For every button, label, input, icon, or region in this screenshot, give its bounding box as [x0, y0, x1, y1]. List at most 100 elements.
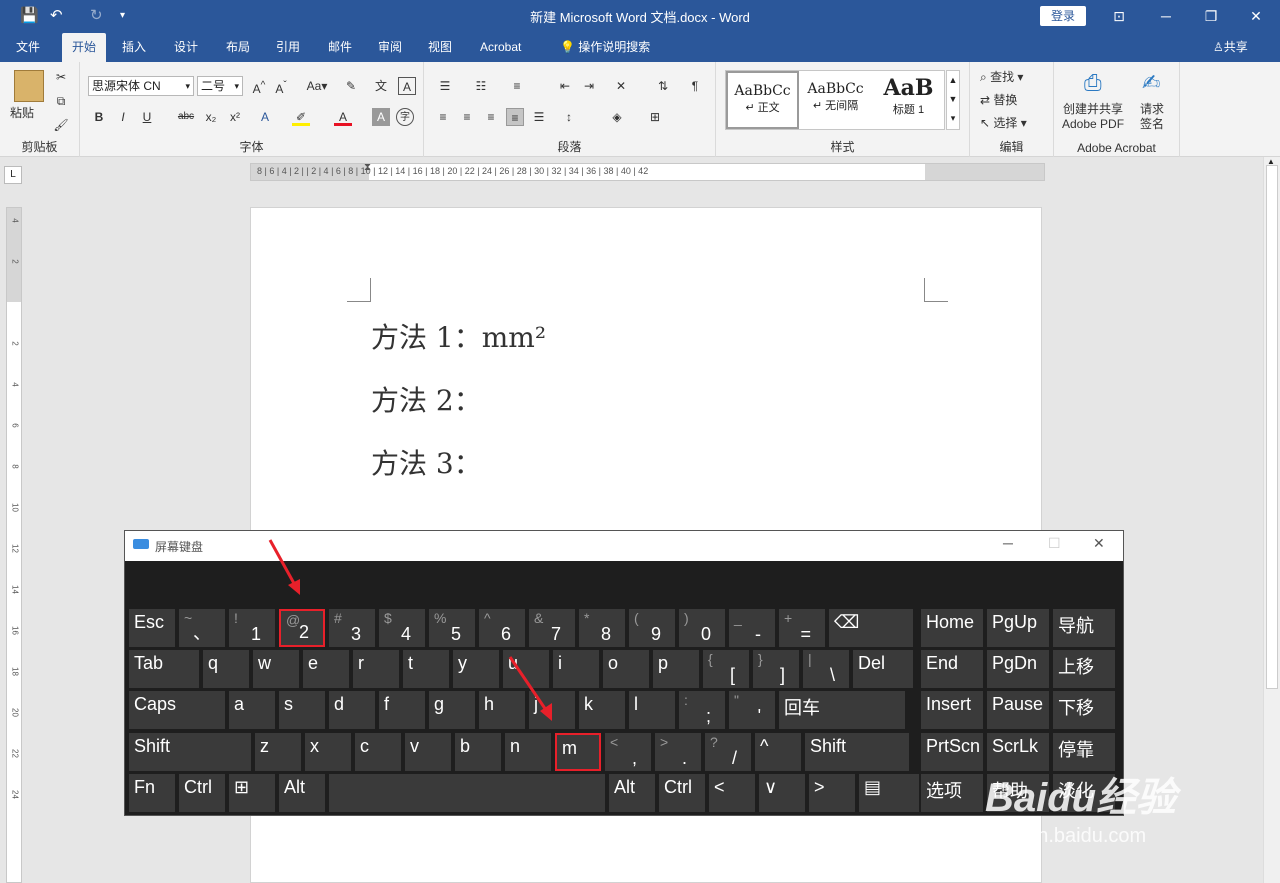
style-normal[interactable]: AaBbCc ↵ 正文 [726, 71, 799, 129]
numbering-icon[interactable]: ☷ [472, 77, 490, 95]
osk-key[interactable]: Ctrl [659, 774, 705, 812]
restore-button[interactable]: ❐ [1198, 4, 1224, 28]
osk-key[interactable]: Del [853, 650, 913, 688]
distributed-icon[interactable]: ☰ [530, 108, 548, 126]
osk-key[interactable]: ⌫ [829, 609, 913, 647]
paste-icon[interactable] [14, 70, 44, 102]
osk-key[interactable]: ∨ [759, 774, 805, 812]
osk-key[interactable]: | \ [803, 650, 849, 688]
osk-key[interactable]: Alt [609, 774, 655, 812]
sort-icon[interactable]: ⇅ [654, 77, 672, 95]
osk-key[interactable]: < [709, 774, 755, 812]
indent-marker[interactable]: ⧗ [364, 164, 371, 173]
osk-nav-key[interactable]: End [921, 650, 983, 688]
create-pdf-button[interactable]: 创建并共享 Adobe PDF [1062, 102, 1124, 132]
osk-key[interactable]: >. [655, 733, 701, 771]
font-color-icon[interactable]: A [334, 108, 352, 126]
align-left-icon[interactable]: ≡ [434, 108, 452, 126]
osk-key[interactable]: ~、 [179, 609, 225, 647]
tab-acrobat[interactable]: Acrobat [472, 33, 529, 62]
shrink-font-icon[interactable]: Aˇ [272, 77, 290, 96]
osk-key[interactable]: Caps [129, 691, 225, 729]
osk-key[interactable]: Fn [129, 774, 175, 812]
bullets-icon[interactable]: ☰ [436, 77, 454, 95]
char-border-icon[interactable]: A [398, 77, 416, 95]
osk-key[interactable]: ? / [705, 733, 751, 771]
show-marks-icon[interactable]: ¶ [686, 77, 704, 95]
pdf-share-icon[interactable]: ⎙ [1084, 70, 1102, 96]
osk-key[interactable]: 回车 [779, 691, 905, 729]
osk-nav-key[interactable]: 下移 [1053, 691, 1115, 729]
osk-key[interactable]: Ctrl [179, 774, 225, 812]
osk-key[interactable]: }] [753, 650, 799, 688]
tab-home[interactable]: 开始 [62, 33, 107, 62]
osk-key[interactable]: Shift [129, 733, 251, 771]
osk-key[interactable]: > [809, 774, 855, 812]
highlight-icon[interactable]: ✐ [292, 108, 310, 126]
tab-layout[interactable]: 布局 [218, 33, 258, 62]
osk-key[interactable]: " ' [729, 691, 775, 729]
osk-key[interactable]: v [405, 733, 451, 771]
font-size-combo[interactable]: 二号 ▾ [197, 76, 243, 96]
cut-icon[interactable]: ✂ [52, 68, 70, 86]
enclose-char-icon[interactable]: 字 [396, 108, 414, 126]
horizontal-ruler[interactable]: 8 | 6 | 4 | 2 | | 2 | 4 | 6 | 8 | 10 | 1… [250, 163, 1045, 181]
osk-key[interactable]: ⊞ [229, 774, 275, 812]
text-effects-icon[interactable]: A [256, 108, 274, 126]
align-center-icon[interactable]: ≡ [458, 108, 476, 126]
font-name-combo[interactable]: 思源宋体 CN ▾ [88, 76, 194, 96]
tab-insert[interactable]: 插入 [114, 33, 154, 62]
change-case-icon[interactable]: Aa▾ [302, 77, 332, 95]
tab-review[interactable]: 审阅 [370, 33, 410, 62]
styles-scroll[interactable]: ▲ ▼ ▾ [946, 70, 960, 130]
osk-nav-key[interactable]: 上移 [1053, 650, 1115, 688]
doc-line-1[interactable]: 方法 1：mm² [371, 316, 546, 356]
select-button[interactable]: ↖ 选择 ▾ [980, 114, 1027, 132]
signature-icon[interactable]: ✍ [1142, 70, 1160, 96]
doc-line-3[interactable]: 方法 3： [371, 442, 482, 482]
osk-nav-key[interactable]: 导航 [1053, 609, 1115, 647]
osk-nav-key[interactable]: Insert [921, 691, 983, 729]
underline-button[interactable]: U [138, 108, 156, 126]
osk-key[interactable] [329, 774, 605, 812]
increase-indent-icon[interactable]: ⇥ [580, 77, 598, 95]
decrease-indent-icon[interactable]: ⇤ [556, 77, 574, 95]
osk-key[interactable]: _ - [729, 609, 775, 647]
tab-view[interactable]: 视图 [420, 33, 460, 62]
osk-key[interactable]: x [305, 733, 351, 771]
osk-key[interactable]: m [555, 733, 601, 771]
osk-key[interactable]: Shift [805, 733, 909, 771]
minimize-button[interactable]: ─ [1153, 4, 1179, 28]
osk-key[interactable]: q [203, 650, 249, 688]
grow-font-icon[interactable]: A^ [250, 77, 268, 96]
line-spacing-icon[interactable]: ↕ [560, 108, 578, 126]
style-heading-1[interactable]: AaB 标题 1 [872, 71, 945, 129]
osk-key[interactable]: p [653, 650, 699, 688]
osk-key[interactable]: * 8 [579, 609, 625, 647]
borders-icon[interactable]: ⊞ [646, 108, 664, 126]
justify-icon[interactable]: ≡ [506, 108, 524, 126]
find-button[interactable]: ⌕ 查找 ▾ [980, 68, 1023, 86]
multilevel-list-icon[interactable]: ≡ [508, 77, 526, 95]
osk-nav-key[interactable]: Home [921, 609, 983, 647]
shading-icon[interactable]: ◈ [608, 108, 626, 126]
osk-key[interactable]: <, [605, 733, 651, 771]
strikethrough-button[interactable]: abc [174, 108, 198, 126]
superscript-button[interactable]: x² [226, 108, 244, 126]
osk-nav-key[interactable]: PgUp [987, 609, 1049, 647]
osk-key[interactable]: l [629, 691, 675, 729]
osk-key[interactable]: c [355, 733, 401, 771]
close-button[interactable]: ✕ [1243, 4, 1269, 28]
format-painter-icon[interactable]: 🖌 [52, 116, 70, 134]
doc-line-2[interactable]: 方法 2： [371, 379, 482, 419]
login-button[interactable]: 登录 [1040, 6, 1086, 26]
tab-design[interactable]: 设计 [166, 33, 206, 62]
osk-key[interactable]: Alt [279, 774, 325, 812]
request-sign-button[interactable]: 请求 签名 [1140, 102, 1164, 132]
osk-key[interactable]: ) 0 [679, 609, 725, 647]
phonetic-guide-icon[interactable]: 文 [372, 77, 390, 95]
osk-key[interactable]: ▤ [859, 774, 919, 812]
tell-me-search[interactable]: 💡 操作说明搜索 [552, 33, 658, 62]
osk-key[interactable]: b [455, 733, 501, 771]
bold-button[interactable]: B [90, 108, 108, 126]
